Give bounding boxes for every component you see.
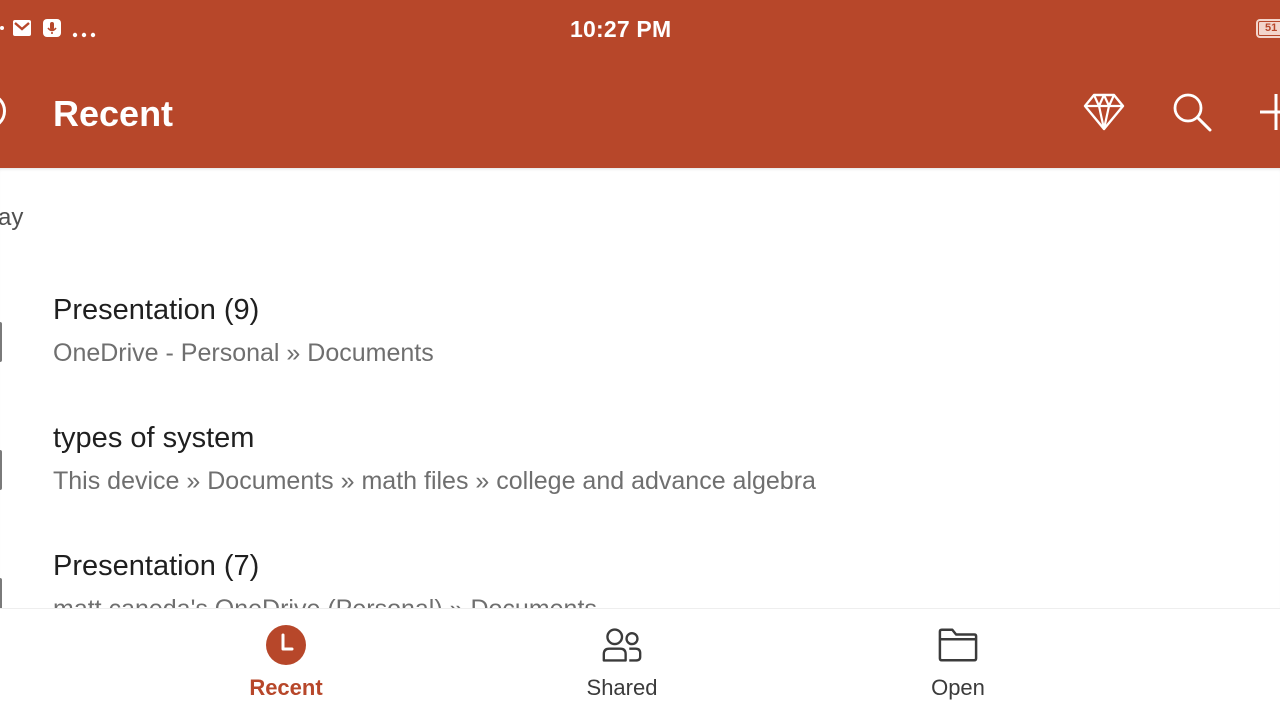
file-list-item[interactable]: Presentation (9) OneDrive - Personal » D…: [0, 292, 1280, 400]
search-button[interactable]: [1170, 90, 1214, 134]
file-name: Presentation (9): [53, 294, 260, 326]
app-header: 10:27 PM 51 Recent: [0, 0, 1280, 168]
file-path: This device » Documents » math files » c…: [53, 467, 816, 495]
battery-level: 51: [1259, 22, 1280, 35]
gmail-icon: [12, 19, 32, 37]
file-icon: [0, 322, 2, 362]
nav-tab-shared[interactable]: Shared: [542, 609, 702, 720]
premium-button[interactable]: [1082, 90, 1126, 134]
partial-status-icon: [0, 26, 4, 30]
microphone-icon: [42, 18, 62, 38]
nav-tab-open[interactable]: Open: [878, 609, 1038, 720]
status-bar: 10:27 PM 51: [0, 0, 1280, 58]
file-path: matt caneda's OneDrive (Personal) » Docu…: [53, 594, 597, 608]
people-icon: [602, 625, 642, 665]
battery-icon: 51: [1256, 19, 1280, 38]
recent-file-list: ay Presentation (9) OneDrive - Personal …: [0, 168, 1280, 608]
search-icon: [1173, 93, 1212, 132]
status-time: 10:27 PM: [570, 16, 672, 42]
nav-label-recent: Recent: [249, 675, 323, 700]
file-icon: [0, 450, 2, 490]
add-icon: [1260, 94, 1280, 130]
bottom-navigation: Recent Shared Open: [0, 608, 1280, 720]
section-label-today: ay: [0, 204, 24, 231]
file-name: types of system: [53, 422, 255, 454]
folder-icon: [938, 625, 978, 665]
nav-tab-recent[interactable]: Recent: [206, 609, 366, 720]
nav-label-shared: Shared: [586, 675, 658, 700]
status-icons-left: [0, 16, 96, 40]
file-path: OneDrive - Personal » Documents: [53, 339, 434, 367]
file-icon: [0, 578, 2, 608]
file-name: Presentation (7): [53, 550, 260, 582]
new-file-button[interactable]: [1254, 90, 1280, 134]
premium-diamond-icon: [1083, 93, 1125, 131]
account-avatar-button[interactable]: [0, 93, 6, 129]
file-list-item[interactable]: types of system This device » Documents …: [0, 420, 1280, 528]
nav-label-open: Open: [931, 675, 985, 700]
page-title: Recent: [53, 93, 174, 134]
file-list-item[interactable]: Presentation (7) matt caneda's OneDrive …: [0, 548, 1280, 608]
more-dots-icon: [72, 25, 96, 38]
clock-icon: [266, 625, 306, 665]
